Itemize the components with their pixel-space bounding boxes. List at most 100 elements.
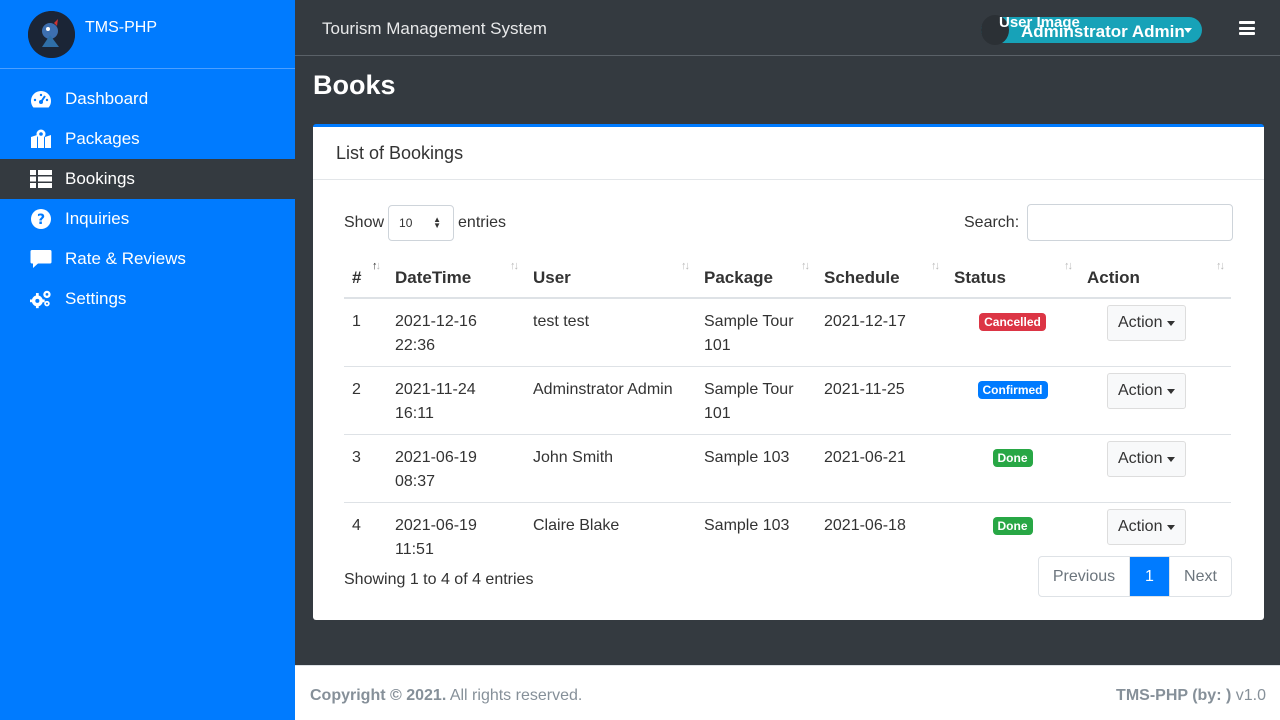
cell-status: Cancelled	[946, 298, 1079, 367]
table-search: Search:	[964, 204, 1234, 241]
cell-action: Action	[1079, 298, 1231, 367]
cell-num: 2	[344, 366, 387, 435]
cell-schedule: 2021-06-18	[824, 517, 906, 534]
question-circle-icon: ?	[30, 208, 52, 230]
caret-down-icon	[1167, 456, 1176, 462]
cell-user: John Smith	[525, 434, 696, 503]
sidebar-item-dashboard[interactable]: Dashboard	[0, 79, 295, 119]
column-header-package[interactable]: Package ↑↓	[696, 257, 816, 299]
select-arrows-icon: ▲ ▼	[433, 215, 442, 230]
cell-status: Done	[946, 434, 1079, 503]
action-dropdown-button[interactable]: Action	[1107, 441, 1187, 477]
previous-page-button[interactable]: Previous	[1039, 557, 1130, 596]
sidebar-item-label: Rate & Reviews	[65, 249, 186, 268]
sort-icon: ↑↓	[1216, 260, 1225, 272]
sort-icon: ↑↓	[1064, 260, 1073, 272]
column-header-datetime[interactable]: DateTime ↑↓	[387, 257, 525, 299]
user-dropdown-button[interactable]: User Image Adminstrator Admin	[981, 14, 1202, 45]
entries-label: entries	[458, 214, 507, 231]
sidebar-item-label: Packages	[65, 129, 140, 148]
cell-datetime: 2021-11-24 16:11	[387, 366, 525, 435]
sidebar-item-label: Bookings	[65, 169, 135, 188]
cell-num: 3	[344, 434, 387, 503]
action-dropdown-button[interactable]: Action	[1107, 305, 1187, 341]
action-dropdown-button[interactable]: Action	[1107, 509, 1187, 545]
cell-package: Sample Tour 101	[696, 298, 816, 367]
status-badge: Cancelled	[979, 313, 1046, 331]
hamburger-menu-icon[interactable]	[1239, 21, 1255, 35]
status-badge: Done	[992, 517, 1033, 535]
cell-num: 4	[352, 517, 361, 534]
caret-down-icon	[1167, 524, 1176, 530]
table-list-icon	[30, 168, 52, 190]
table-header-row: # ↑↓ DateTime ↑↓ User ↑↓ Package ↑↓ Schedule…	[344, 257, 1231, 299]
user-name: Adminstrator Admin	[1021, 22, 1185, 41]
sort-icon: ↑↓	[931, 260, 940, 272]
table-row: 2 2021-11-24 16:11 Adminstrator Admin Sam…	[344, 366, 1231, 435]
page-1-button[interactable]: 1	[1130, 557, 1169, 596]
cell-package: Sample 103	[704, 517, 790, 534]
sidebar-item-bookings[interactable]: Bookings	[0, 159, 295, 199]
action-dropdown-button[interactable]: Action	[1107, 373, 1187, 409]
pagination: Previous 1 Next	[1038, 556, 1232, 597]
cell-status: Confirmed	[946, 366, 1079, 435]
cell-action: Action	[1079, 434, 1231, 503]
cell-user: test test	[525, 298, 696, 367]
cell-datetime: 2021-12-16 22:36	[387, 298, 525, 367]
sidebar-item-label: Settings	[65, 289, 127, 308]
sidebar-item-inquiries[interactable]: ? Inquiries	[0, 199, 295, 239]
table-info: Showing 1 to 4 of 4 entries	[344, 571, 534, 588]
bookings-card: List of Bookings Show 10 ▲ ▼ entries Sear…	[313, 124, 1264, 620]
cell-num: 1	[344, 298, 387, 367]
caret-down-icon	[1167, 388, 1176, 394]
sort-icon: ↑↓	[681, 260, 690, 272]
cell-user: Claire Blake	[533, 517, 620, 534]
cell-schedule: 2021-06-21	[816, 434, 946, 503]
sidebar-item-rate-reviews[interactable]: Rate & Reviews	[0, 239, 295, 279]
cell-package: Sample Tour 101	[696, 366, 816, 435]
column-header-num[interactable]: # ↑↓	[344, 257, 387, 299]
brand-name: TMS-PHP	[85, 19, 157, 36]
column-header-schedule[interactable]: Schedule ↑↓	[816, 257, 946, 299]
brand-link[interactable]: TMS-PHP	[0, 0, 295, 69]
column-header-action[interactable]: Action ↑↓	[1079, 257, 1231, 299]
table-row: 3 2021-06-19 08:37 John Smith Sample 103 …	[344, 434, 1231, 503]
cell-action: Action	[1079, 366, 1231, 435]
caret-down-icon	[1167, 320, 1176, 326]
column-header-status[interactable]: Status ↑↓	[946, 257, 1079, 299]
page-title: Books	[313, 70, 396, 100]
card-title: List of Bookings	[313, 127, 1264, 180]
status-badge: Confirmed	[977, 381, 1048, 399]
next-page-button[interactable]: Next	[1169, 557, 1231, 596]
search-label: Search:	[964, 213, 1020, 231]
sidebar-item-settings[interactable]: Settings	[0, 279, 295, 319]
table-row: 1 2021-12-16 22:36 test test Sample Tour …	[344, 298, 1231, 367]
footer-copyright: Copyright © 2021. All rights reserved.	[310, 687, 583, 704]
cell-package: Sample 103	[696, 434, 816, 503]
cogs-icon	[30, 288, 52, 310]
search-input[interactable]	[1027, 204, 1234, 241]
cell-schedule: 2021-11-25	[816, 366, 946, 435]
system-title: Tourism Management System	[322, 19, 547, 38]
status-badge: Done	[992, 449, 1033, 467]
column-header-user[interactable]: User ↑↓	[525, 257, 696, 299]
show-label: Show	[344, 214, 385, 231]
cell-schedule: 2021-12-17	[816, 298, 946, 367]
brand-logo	[28, 11, 75, 58]
bookings-table: # ↑↓ DateTime ↑↓ User ↑↓ Package ↑↓ Schedule…	[344, 257, 1231, 570]
sort-icon: ↑↓	[801, 260, 810, 272]
footer-version: TMS-PHP (by: ) v1.0	[1116, 687, 1266, 704]
tachometer-icon	[30, 88, 52, 110]
map-marked-icon	[30, 128, 52, 150]
sort-icon: ↑↓	[510, 260, 519, 272]
caret-down-icon	[1184, 28, 1192, 33]
cell-user: Adminstrator Admin	[525, 366, 696, 435]
comment-icon	[30, 248, 52, 270]
entries-select-value: 10	[399, 216, 413, 230]
cell-datetime: 2021-06-19 11:51	[395, 517, 477, 558]
sidebar-item-packages[interactable]: Packages	[0, 119, 295, 159]
entries-select[interactable]: 10 ▲ ▼	[388, 205, 455, 241]
sort-asc-icon: ↑↓	[372, 260, 381, 272]
svg-text:?: ?	[37, 212, 45, 228]
top-navbar: Tourism Management System User Image Adm…	[295, 0, 1280, 56]
